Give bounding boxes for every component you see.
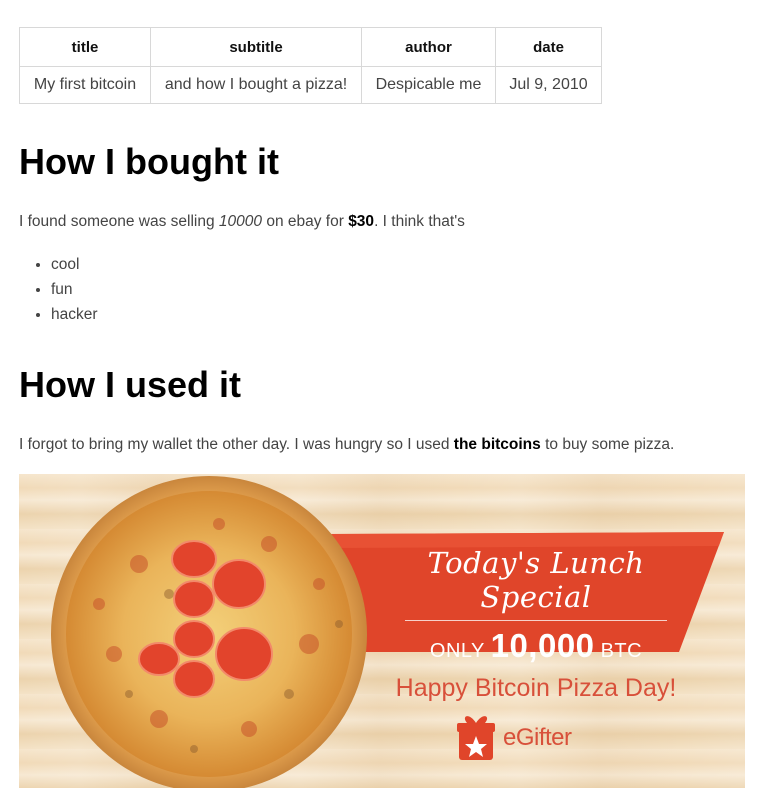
gift-icon	[457, 716, 495, 760]
banner-price: ONLY 10,000 BTC	[371, 627, 701, 665]
egifter-logo: eGifter	[499, 724, 572, 752]
ribbon-divider	[405, 620, 667, 621]
bullet-list: cool fun hacker	[19, 252, 758, 327]
price-prefix: ONLY	[429, 640, 485, 662]
section-heading-used: How I used it	[19, 364, 242, 405]
metadata-table: title subtitle author date My first bitc…	[19, 27, 602, 104]
cell-title: My first bitcoin	[19, 66, 151, 104]
list-item: hacker	[51, 302, 758, 327]
cell-subtitle: and how I bought a pizza!	[150, 66, 362, 104]
paragraph-used: I forgot to bring my wallet the other da…	[19, 436, 758, 454]
para-text: I found someone was selling	[19, 213, 219, 230]
page: title subtitle author date My first bitc…	[0, 0, 758, 788]
list-item: cool	[51, 252, 758, 277]
price-unit: BTC	[600, 640, 643, 662]
table-header-row: title subtitle author date	[19, 27, 602, 67]
pizza-day-banner: Today's Lunch Special ONLY 10,000 BTC Ha…	[19, 474, 745, 788]
header-cell-date: date	[495, 27, 602, 67]
paragraph-bought: I found someone was selling 10000 on eba…	[19, 213, 758, 231]
price-amount: 10,000	[490, 627, 595, 664]
para-strong: the bitcoins	[453, 436, 541, 453]
para-text: on ebay for	[262, 213, 349, 230]
para-text: . I think that's	[374, 213, 465, 230]
banner-title: Today's Lunch Special	[427, 546, 645, 614]
header-cell-title: title	[19, 27, 151, 67]
para-text: I forgot to bring my wallet the other da…	[19, 436, 454, 453]
ribbon-content: Today's Lunch Special ONLY 10,000 BTC	[371, 546, 701, 665]
para-emphasis: 10000	[218, 213, 263, 230]
pizza-image	[51, 476, 367, 788]
cell-date: Jul 9, 2010	[495, 66, 602, 104]
header-cell-subtitle: subtitle	[150, 27, 362, 67]
section-heading-bought: How I bought it	[19, 141, 279, 182]
para-text: to buy some pizza.	[540, 436, 675, 453]
list-item: fun	[51, 277, 758, 302]
brand-name: eGifter	[503, 724, 572, 751]
header-cell-author: author	[361, 27, 496, 67]
table-row: My first bitcoin and how I bought a pizz…	[19, 66, 602, 104]
cell-author: Despicable me	[361, 66, 496, 104]
para-strong: $30	[348, 213, 375, 230]
banner-tagline: Happy Bitcoin Pizza Day!	[395, 674, 677, 702]
